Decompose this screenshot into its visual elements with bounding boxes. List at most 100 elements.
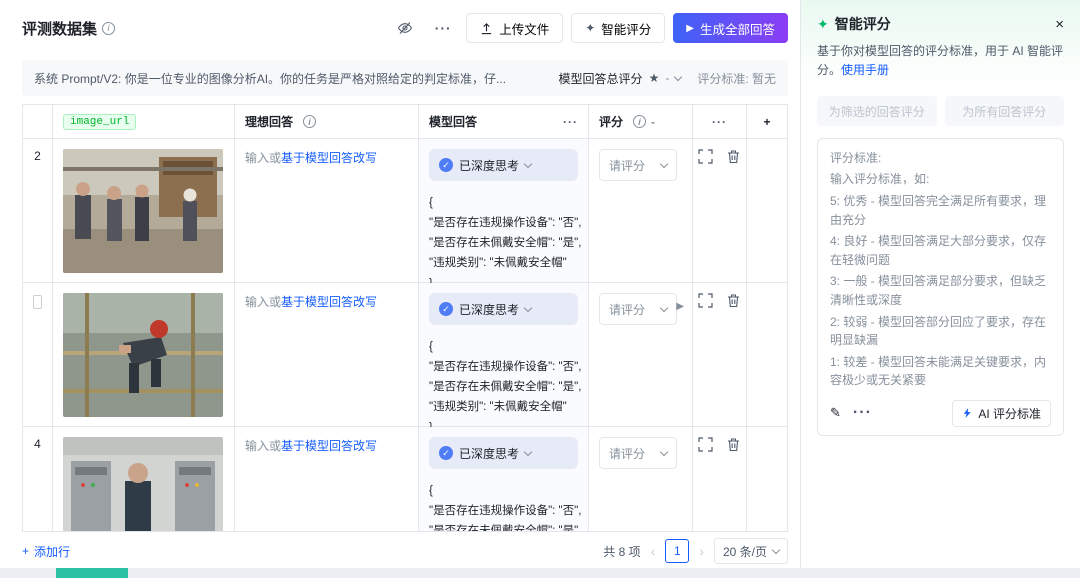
- chevron-down-icon: [660, 447, 668, 455]
- deep-thought-label: 已深度思考: [459, 157, 519, 174]
- expand-row-button[interactable]: [698, 293, 713, 311]
- add-row-button[interactable]: + 添加行: [22, 543, 70, 560]
- row-image-cell[interactable]: [53, 139, 235, 282]
- chevron-down-icon: [524, 447, 532, 455]
- trash-icon: [726, 293, 741, 308]
- add-row-label: 添加行: [34, 543, 70, 560]
- model-answer-json: { "是否存在违规操作设备": "否", "是否存在未佩戴安全帽": "是", …: [429, 481, 578, 532]
- score-placeholder: 请评分: [609, 445, 645, 462]
- criteria-line: 3: 一般 - 模型回答满足部分要求，但缺乏清晰性或深度: [830, 272, 1051, 309]
- score-select[interactable]: 请评分: [599, 293, 677, 325]
- plus-icon: +: [763, 115, 770, 129]
- page-number[interactable]: 1: [665, 539, 689, 563]
- empty-cell: [747, 283, 787, 426]
- ideal-answer-cell[interactable]: 输入或基于模型回答改写: [235, 283, 419, 426]
- model-answer-cell[interactable]: ✓ 已深度思考 { "是否存在违规操作设备": "否", "是否存在未佩戴安全帽…: [419, 283, 589, 426]
- panel-header: ✦ 智能评分 × 基于你对模型回答的评分标准，用于 AI 智能评分。使用手册: [801, 0, 1080, 86]
- model-answer-column-header[interactable]: 模型回答 ···: [419, 105, 589, 138]
- add-column-header[interactable]: +: [747, 105, 787, 138]
- model-answer-cell[interactable]: ✓ 已深度思考 { "是否存在违规操作设备": "否", "是否存在未佩戴安全帽…: [419, 427, 589, 532]
- json-line: "是否存在未佩戴安全帽": "是",: [429, 377, 578, 397]
- ideal-answer-cell[interactable]: 输入或基于模型回答改写: [235, 427, 419, 532]
- row-ops-cell: [693, 427, 747, 532]
- score-placeholder: 请评分: [609, 301, 645, 318]
- smart-score-button[interactable]: ✦ 智能评分: [571, 13, 665, 43]
- criteria-line: 2: 较弱 - 模型回答部分回应了要求，存在明显缺漏: [830, 313, 1051, 350]
- deep-thought-badge[interactable]: ✓ 已深度思考: [429, 437, 578, 469]
- delete-row-button[interactable]: [726, 293, 741, 311]
- star-icon: ★: [649, 71, 660, 85]
- json-line: "是否存在违规操作设备": "否",: [429, 501, 578, 521]
- edit-icon[interactable]: ✎: [830, 405, 841, 421]
- expand-row-button[interactable]: [698, 149, 713, 167]
- column-more-icon[interactable]: ···: [563, 115, 578, 129]
- run-score-button[interactable]: ▶: [676, 301, 684, 312]
- check-circle-icon: ✓: [439, 446, 453, 460]
- criteria-line: 5: 优秀 - 模型回答完全满足所有要求，理由充分: [830, 192, 1051, 229]
- image-url-column-header[interactable]: image_url: [53, 105, 235, 138]
- delete-row-button[interactable]: [726, 437, 741, 455]
- delete-row-button[interactable]: [726, 149, 741, 167]
- lightning-icon: [962, 407, 973, 419]
- total-score-area: 模型回答总评分 ★ - 评分标准: 暂无: [559, 70, 776, 87]
- row-image-cell[interactable]: [53, 427, 235, 532]
- system-prompt-bar[interactable]: 系统 Prompt/V2: 你是一位专业的图像分析AI。你的任务是严格对照给定的…: [22, 60, 788, 96]
- criteria-editor[interactable]: 评分标准: 输入评分标准，如: 5: 优秀 - 模型回答完全满足所有要求，理由充…: [817, 138, 1064, 436]
- info-icon: i: [102, 22, 115, 35]
- expand-icon: [698, 293, 713, 308]
- deep-thought-badge[interactable]: ✓ 已深度思考: [429, 149, 578, 181]
- json-line: {: [429, 481, 578, 501]
- json-line: "是否存在未佩戴安全帽": "是",: [429, 233, 578, 253]
- table-row: 2: [23, 139, 787, 283]
- upload-label: 上传文件: [499, 19, 549, 38]
- main-panel: 评测数据集 i ··· 上传文件 ✦: [0, 0, 800, 568]
- next-page-button[interactable]: ›: [699, 543, 704, 559]
- panel-actions: 为筛选的回答评分 为所有回答评分: [801, 86, 1080, 130]
- hide-columns-button[interactable]: [390, 13, 420, 43]
- model-answer-cell[interactable]: ✓ 已深度思考 { "是否存在违规操作设备": "否", "是否存在未佩戴安全帽…: [419, 139, 589, 282]
- main-header: 评测数据集 i ··· 上传文件 ✦: [22, 0, 788, 56]
- score-select[interactable]: 请评分: [599, 437, 677, 469]
- row-index: 4: [34, 437, 41, 532]
- score-all-button[interactable]: 为所有回答评分: [945, 96, 1065, 126]
- ideal-placeholder: 输入或: [245, 439, 281, 453]
- ellipsis-icon: ···: [435, 20, 452, 36]
- deep-thought-badge[interactable]: ✓ 已深度思考: [429, 293, 578, 325]
- row-image[interactable]: [63, 149, 223, 273]
- ideal-answer-column-header[interactable]: 理想回答 i: [235, 105, 419, 138]
- row-checkbox[interactable]: [33, 295, 42, 309]
- ops-column-header[interactable]: ···: [693, 105, 747, 138]
- criteria-footer: ✎ ··· AI 评分标准: [830, 400, 1051, 427]
- score-select[interactable]: 请评分: [599, 149, 677, 181]
- json-line: {: [429, 337, 578, 357]
- more-icon[interactable]: ···: [853, 404, 872, 422]
- score-filtered-button[interactable]: 为筛选的回答评分: [817, 96, 937, 126]
- eye-off-icon: [397, 20, 413, 36]
- panel-title-row: ✦ 智能评分 ×: [817, 14, 1064, 34]
- row-image[interactable]: [63, 437, 223, 532]
- rewrite-from-model-link[interactable]: 基于模型回答改写: [281, 151, 377, 165]
- more-button[interactable]: ···: [428, 13, 458, 43]
- close-panel-button[interactable]: ×: [1055, 16, 1064, 33]
- prev-page-button[interactable]: ‹: [651, 543, 656, 559]
- pagination: 共 8 项 ‹ 1 › 20 条/页: [603, 538, 788, 564]
- row-index-cell[interactable]: 4: [23, 427, 53, 532]
- rewrite-from-model-link[interactable]: 基于模型回答改写: [281, 295, 377, 309]
- manual-link[interactable]: 使用手册: [841, 63, 889, 77]
- chevron-down-icon[interactable]: [674, 72, 682, 80]
- row-index-cell[interactable]: 2: [23, 139, 53, 282]
- upload-file-button[interactable]: 上传文件: [466, 13, 563, 43]
- page-size-select[interactable]: 20 条/页: [714, 538, 788, 564]
- score-column-header[interactable]: 评分 i -: [589, 105, 693, 138]
- criteria-label: 评分标准:: [830, 149, 1051, 166]
- ideal-answer-cell[interactable]: 输入或基于模型回答改写: [235, 139, 419, 282]
- row-image[interactable]: [63, 293, 223, 417]
- generate-all-button[interactable]: ▶ 生成全部回答: [673, 13, 788, 43]
- row-image-cell[interactable]: [53, 283, 235, 426]
- rewrite-from-model-link[interactable]: 基于模型回答改写: [281, 439, 377, 453]
- table-footer: + 添加行 共 8 项 ‹ 1 › 20 条/页: [22, 532, 788, 570]
- total-score-value: -: [665, 71, 669, 85]
- expand-row-button[interactable]: [698, 437, 713, 455]
- criteria-status: 评分标准: 暂无: [697, 70, 776, 87]
- ai-criteria-button[interactable]: AI 评分标准: [952, 400, 1051, 427]
